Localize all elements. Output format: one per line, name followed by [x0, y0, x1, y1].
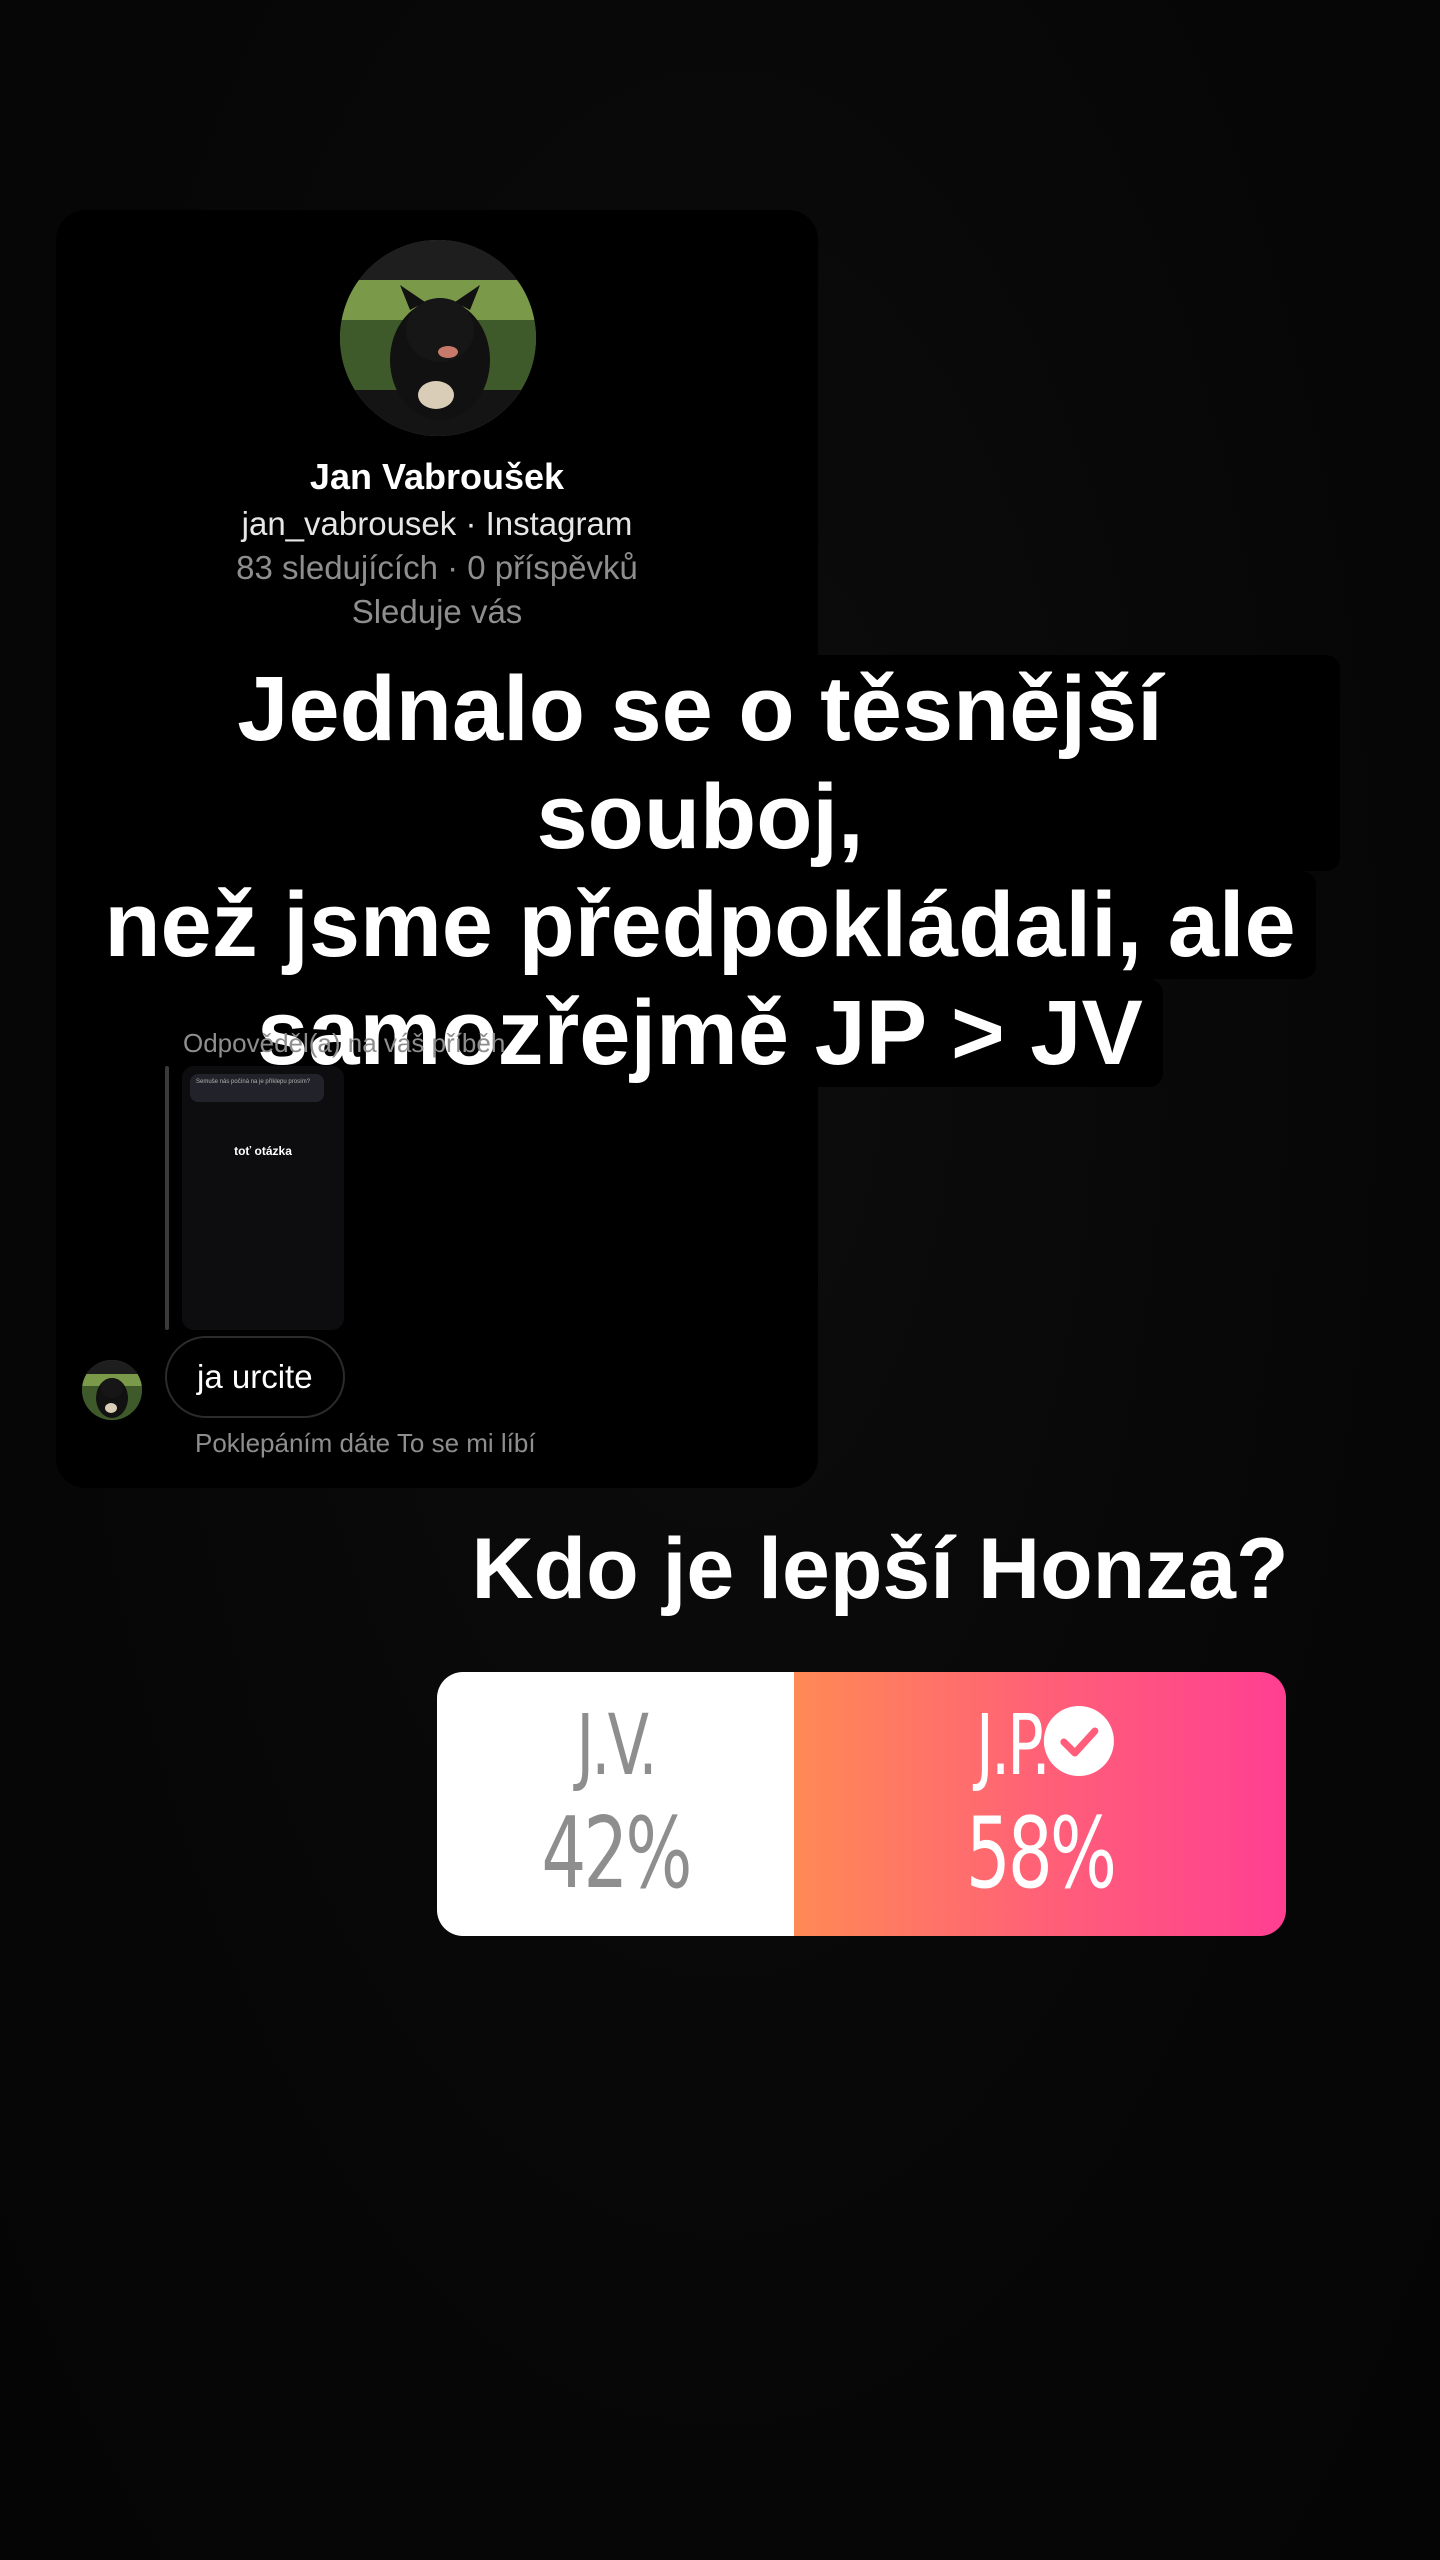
check-circle-icon [1043, 1706, 1114, 1777]
poll-sticker[interactable]: J.V. 42% J.P. 58% [437, 1672, 1286, 1936]
story-caption: Jednalo se o těsnější souboj, než jsme p… [60, 655, 1340, 1087]
reply-message-bubble[interactable]: ja urcite [165, 1336, 345, 1418]
dog-photo-icon [340, 240, 536, 436]
caption-line: Jednalo se o těsnější souboj, [60, 655, 1340, 871]
profile-handle: jan_vabrousek · Instagram [241, 505, 633, 542]
poll-option-label: J.P. [976, 1696, 1051, 1794]
story-reply-label: Odpověděl(a) na váš příběh [183, 1028, 506, 1058]
poll-option-percent: 42% [541, 1797, 692, 1911]
profile-follows-status: Sleduje vás [351, 593, 523, 630]
profile-name: Jan Vabroušek [309, 456, 565, 497]
poll-option-jv[interactable]: J.V. 42% [437, 1672, 794, 1936]
poll-option-label-wrap: J.P. [863, 1690, 1217, 1800]
thumbnail-question-box: Semuše nás počíná na je příklepu prosím? [190, 1074, 324, 1102]
dog-photo-icon [82, 1360, 142, 1420]
poll-option-percent: 58% [965, 1797, 1117, 1911]
caption-line: než jsme předpokládali, ale [84, 871, 1316, 979]
profile-avatar [340, 240, 536, 436]
poll-option-jp[interactable]: J.P. 58% [794, 1672, 1286, 1936]
poll-option-label: J.V. [576, 1696, 657, 1794]
story-canvas: Jan Vabroušek jan_vabrousek · Instagram … [0, 0, 1440, 2560]
poll-question: Kdo je lepší Honza? [471, 1521, 1289, 1617]
reply-avatar [82, 1360, 142, 1420]
double-tap-like-hint: Poklepáním dáte To se mi líbí [195, 1428, 536, 1458]
profile-stats: 83 sledujících · 0 příspěvků [236, 549, 638, 586]
thumbnail-text: toť otázka [234, 1144, 292, 1158]
story-thumbnail[interactable]: Semuše nás počíná na je příklepu prosím?… [182, 1066, 344, 1330]
story-reply-bar [165, 1066, 169, 1330]
